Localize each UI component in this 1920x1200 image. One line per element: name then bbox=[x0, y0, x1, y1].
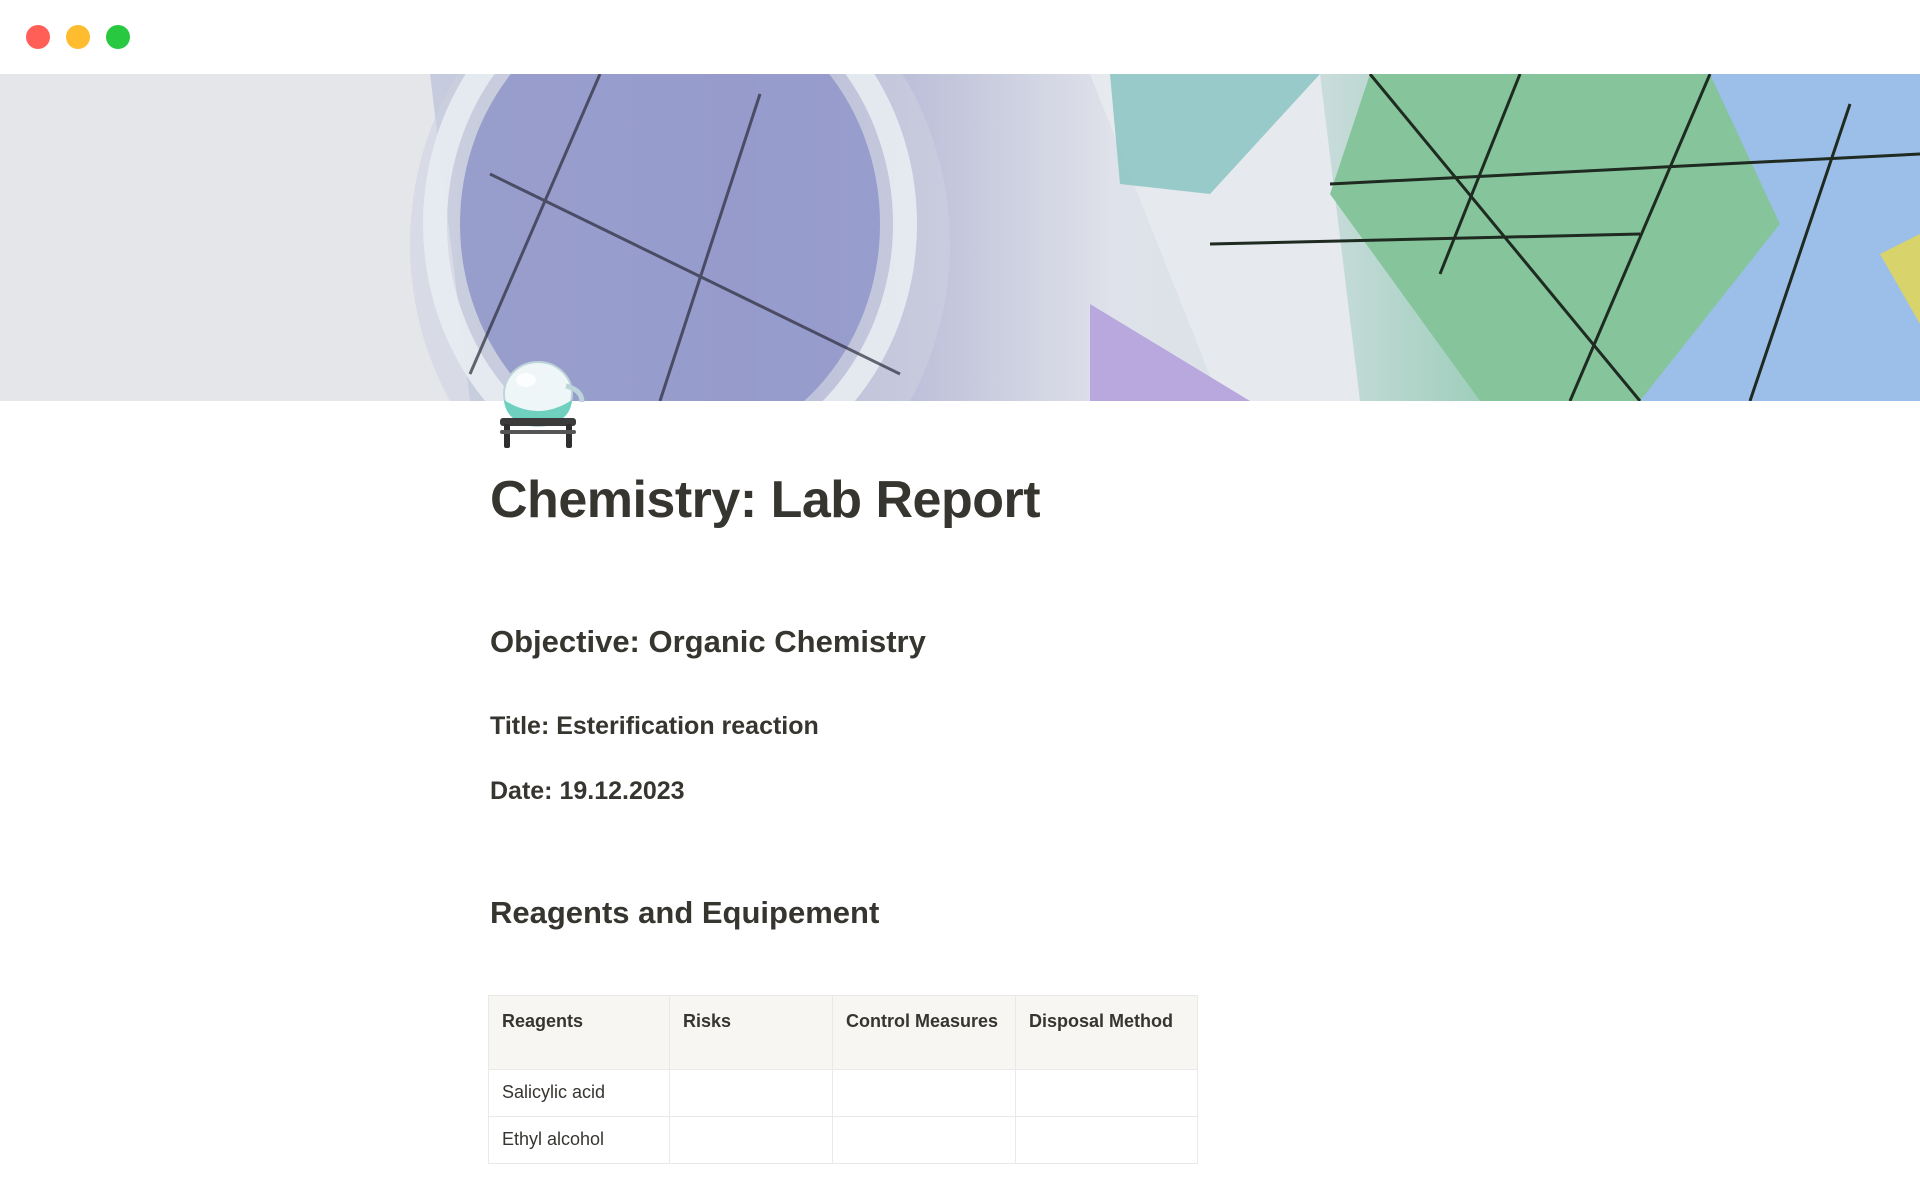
table-row: Ethyl alcohol bbox=[488, 1116, 1198, 1164]
table-cell[interactable] bbox=[1015, 1116, 1198, 1164]
close-window-button[interactable] bbox=[26, 25, 50, 49]
paper-page bbox=[0, 74, 470, 401]
table-cell[interactable]: Salicylic acid bbox=[488, 1069, 670, 1117]
table-cell[interactable]: Ethyl alcohol bbox=[488, 1116, 670, 1164]
table-header-reagents[interactable]: Reagents bbox=[488, 995, 670, 1070]
report-title-heading[interactable]: Title: Esterification reaction bbox=[490, 712, 819, 741]
reagents-heading[interactable]: Reagents and Equipement bbox=[490, 895, 879, 931]
table-cell[interactable] bbox=[1015, 1069, 1198, 1117]
page-title[interactable]: Chemistry: Lab Report bbox=[490, 470, 1041, 530]
cover-illustration bbox=[0, 74, 1920, 401]
table-cell[interactable] bbox=[669, 1069, 833, 1117]
table-row: Salicylic acid bbox=[488, 1069, 1198, 1117]
window-titlebar bbox=[0, 0, 1920, 74]
table-header-row: Reagents Risks Control Measures Disposal… bbox=[488, 995, 1198, 1070]
table-cell[interactable] bbox=[832, 1069, 1016, 1117]
zoom-window-button[interactable] bbox=[106, 25, 130, 49]
table-header-disposal-method[interactable]: Disposal Method bbox=[1015, 995, 1198, 1070]
cover-image[interactable] bbox=[0, 74, 1920, 401]
objective-heading[interactable]: Objective: Organic Chemistry bbox=[490, 624, 926, 660]
minimize-window-button[interactable] bbox=[66, 25, 90, 49]
table-header-control-measures[interactable]: Control Measures bbox=[832, 995, 1016, 1070]
table-header-risks[interactable]: Risks bbox=[669, 995, 833, 1070]
table-cell[interactable] bbox=[832, 1116, 1016, 1164]
report-date-heading[interactable]: Date: 19.12.2023 bbox=[490, 777, 685, 806]
table-cell[interactable] bbox=[669, 1116, 833, 1164]
alembic-flask-icon bbox=[500, 361, 585, 448]
reagents-table: Reagents Risks Control Measures Disposal… bbox=[488, 995, 1198, 1164]
